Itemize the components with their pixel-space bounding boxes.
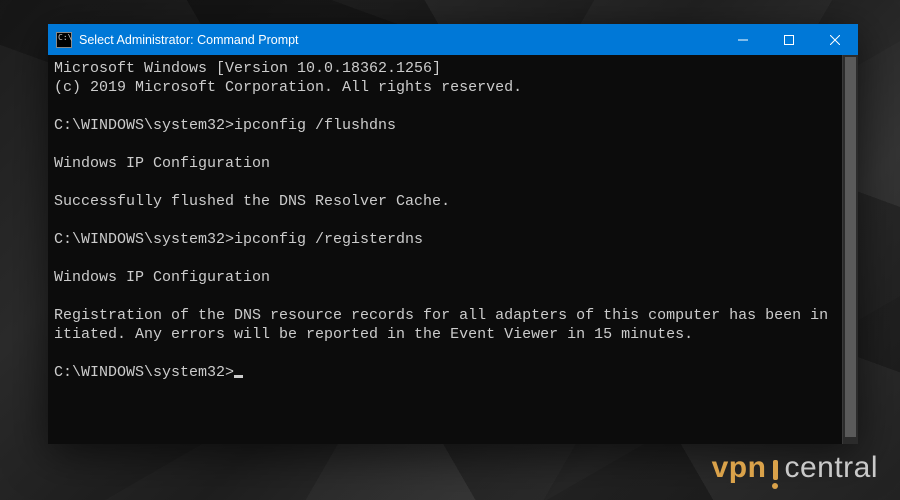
close-icon (830, 35, 840, 45)
cursor (234, 375, 243, 378)
close-button[interactable] (812, 24, 858, 55)
watermark-left: vpn (712, 451, 767, 485)
terminal-line: Successfully flushed the DNS Resolver Ca… (54, 193, 450, 210)
terminal-line: Windows IP Configuration (54, 269, 270, 286)
scrollbar-thumb[interactable] (845, 57, 856, 437)
watermark-right: central (784, 451, 878, 485)
scrollbar[interactable] (842, 55, 858, 444)
maximize-button[interactable] (766, 24, 812, 55)
terminal-line: Microsoft Windows [Version 10.0.18362.12… (54, 60, 441, 77)
cmd-icon: C:\ (56, 32, 72, 48)
terminal-line: C:\WINDOWS\system32> (54, 364, 234, 381)
minimize-button[interactable] (720, 24, 766, 55)
window-title: Select Administrator: Command Prompt (79, 33, 299, 47)
minimize-icon (738, 35, 748, 45)
watermark-logo: vpn central (712, 451, 878, 486)
exclamation-icon (768, 460, 782, 489)
terminal-line: Windows IP Configuration (54, 155, 270, 172)
terminal-line: C:\WINDOWS\system32>ipconfig /registerdn… (54, 231, 423, 248)
terminal-line: Registration of the DNS resource records… (54, 307, 828, 343)
terminal-line: (c) 2019 Microsoft Corporation. All righ… (54, 79, 522, 96)
command-prompt-window: C:\ Select Administrator: Command Prompt… (48, 24, 858, 444)
maximize-icon (784, 35, 794, 45)
terminal-output[interactable]: Microsoft Windows [Version 10.0.18362.12… (48, 55, 842, 444)
titlebar[interactable]: C:\ Select Administrator: Command Prompt (48, 24, 858, 55)
terminal-line: C:\WINDOWS\system32>ipconfig /flushdns (54, 117, 396, 134)
